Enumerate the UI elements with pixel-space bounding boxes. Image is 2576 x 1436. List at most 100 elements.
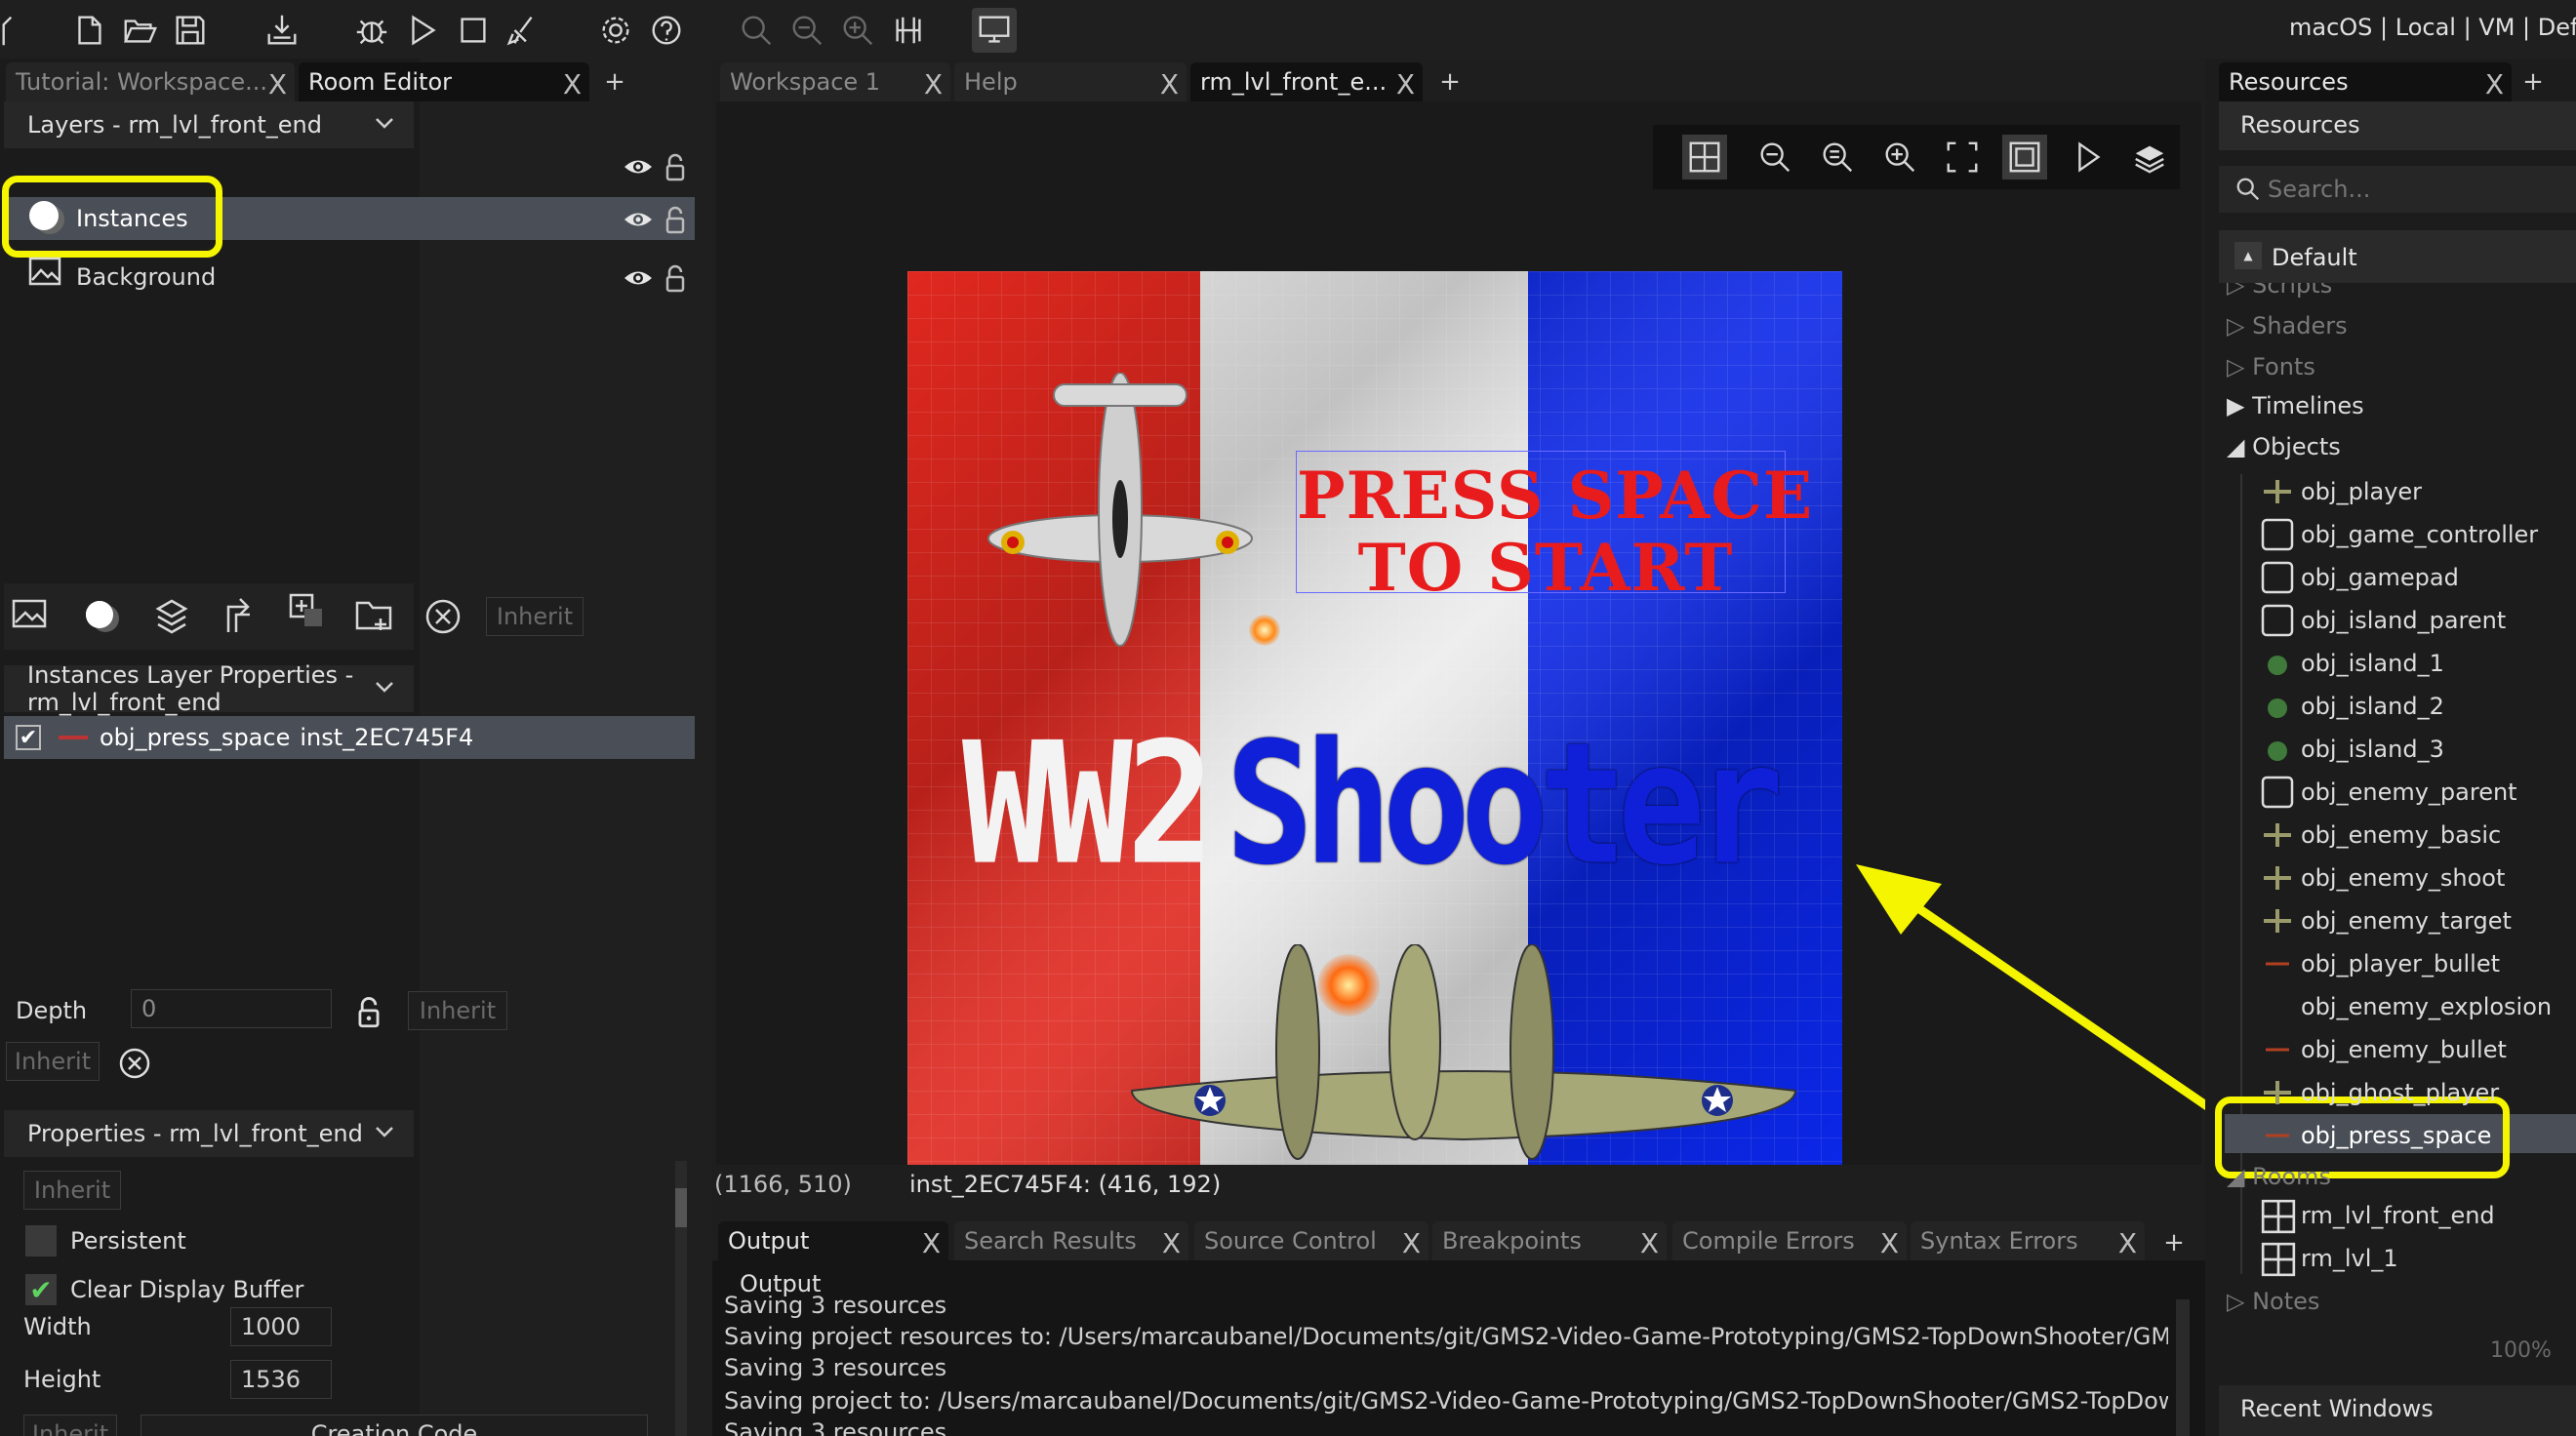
creation-code-button[interactable]: Creation Code — [141, 1415, 648, 1436]
object-item[interactable]: obj_island_parent — [2301, 601, 2506, 640]
tab-help[interactable]: Help X — [954, 62, 1187, 101]
chevron-down-icon[interactable] — [373, 1120, 396, 1143]
add-path-layer-icon[interactable] — [215, 591, 265, 642]
object-item[interactable]: obj_enemy_parent — [2301, 773, 2517, 812]
close-icon[interactable]: X — [1162, 1227, 1181, 1259]
chevron-down-icon[interactable] — [373, 675, 396, 698]
tab-output[interactable]: Output X — [718, 1221, 948, 1260]
object-item[interactable]: obj_player — [2301, 472, 2422, 511]
press-space-instance[interactable]: PRESS SPACE TO START — [1296, 451, 1812, 606]
inherit-depth-button[interactable]: Inherit — [408, 991, 507, 1030]
settings-icon[interactable] — [593, 8, 638, 53]
object-item[interactable]: obj_game_controller — [2301, 515, 2538, 554]
close-icon[interactable]: X — [922, 1227, 941, 1259]
zoom-reset-icon[interactable] — [1815, 135, 1860, 180]
zoom-out-icon[interactable] — [1752, 135, 1797, 180]
delete-layer-icon[interactable] — [418, 591, 468, 642]
chevron-down-icon[interactable] — [373, 111, 396, 135]
inherit-instances-button[interactable]: Inherit — [6, 1042, 100, 1081]
lock-icon[interactable] — [357, 995, 381, 1028]
close-icon[interactable]: X — [268, 68, 287, 100]
object-item[interactable]: obj_player_bullet — [2301, 944, 2500, 983]
target-device-icon[interactable] — [972, 8, 1017, 53]
folder-fonts[interactable]: ▷ Fonts — [2227, 353, 2315, 380]
object-item[interactable]: obj_press_space — [2301, 1116, 2491, 1155]
debug-icon[interactable] — [349, 8, 394, 53]
tab-source-control[interactable]: Source Control X — [1194, 1221, 1429, 1260]
room-properties-header[interactable]: Properties - rm_lvl_front_end — [4, 1110, 414, 1157]
layer-label-background[interactable]: Background — [76, 263, 216, 291]
layers-view-icon[interactable] — [2127, 135, 2172, 180]
object-item[interactable]: obj_enemy_explosion — [2301, 987, 2552, 1026]
object-item[interactable]: obj_enemy_basic — [2301, 816, 2501, 855]
room-item-front-end[interactable]: rm_lvl_front_end — [2301, 1202, 2495, 1229]
target-platform-label[interactable]: macOS | Local | VM | Defau — [2289, 14, 2576, 41]
grid-toggle-icon[interactable] — [1682, 135, 1727, 180]
output-scrollbar[interactable] — [2176, 1299, 2190, 1436]
tab-compile-errors[interactable]: Compile Errors X — [1672, 1221, 1907, 1260]
object-item[interactable]: obj_enemy_target — [2301, 901, 2512, 940]
tab-tutorial-workspace[interactable]: Tutorial: Workspace... X — [6, 62, 295, 101]
new-file-icon[interactable] — [66, 8, 111, 53]
open-folder-icon[interactable] — [117, 8, 162, 53]
width-input[interactable]: 1000 — [230, 1307, 332, 1346]
instance-row[interactable]: ✔ obj_press_space inst_2EC745F4 — [4, 716, 695, 759]
room-item-lvl-1[interactable]: rm_lvl_1 — [2301, 1245, 2398, 1272]
tab-resources[interactable]: Resources X — [2219, 62, 2512, 101]
zoom-reset-icon[interactable] — [734, 8, 779, 53]
close-icon[interactable]: X — [563, 68, 582, 100]
lock-icon[interactable] — [665, 263, 685, 293]
close-icon[interactable]: X — [1880, 1227, 1899, 1259]
fit-view-icon[interactable] — [1940, 135, 1985, 180]
close-icon[interactable]: X — [924, 68, 943, 100]
clean-icon[interactable] — [502, 8, 546, 53]
eye-icon[interactable] — [623, 156, 654, 178]
folder-notes[interactable]: ▷ Notes — [2227, 1288, 2319, 1315]
object-item[interactable]: obj_ghost_player — [2301, 1073, 2499, 1112]
add-tab-icon[interactable]: + — [2154, 1223, 2194, 1262]
inherit-layer-button[interactable]: Inherit — [486, 597, 584, 636]
game-options-icon[interactable] — [886, 8, 931, 53]
add-tile-layer-icon[interactable] — [146, 591, 197, 642]
folder-timelines[interactable]: ▶ Timelines — [2227, 392, 2364, 419]
zoom-out-icon[interactable] — [785, 8, 829, 53]
inherit-room-button[interactable]: Inherit — [23, 1171, 121, 1210]
add-background-layer-icon[interactable] — [6, 591, 57, 642]
close-icon[interactable]: X — [1396, 68, 1415, 100]
layers-header[interactable]: Layers - rm_lvl_front_end — [4, 101, 414, 148]
add-tab-icon[interactable]: + — [595, 62, 634, 101]
add-tab-icon[interactable]: + — [2514, 62, 2553, 101]
tab-room-front-end[interactable]: rm_lvl_front_e... X — [1190, 62, 1423, 101]
folder-shaders[interactable]: ▷ Shaders — [2227, 312, 2348, 339]
play-room-icon[interactable] — [2065, 135, 2110, 180]
tab-syntax-errors[interactable]: Syntax Errors X — [1911, 1221, 2145, 1260]
collapse-icon[interactable]: ▲ — [2234, 242, 2262, 269]
depth-input[interactable]: 0 — [131, 989, 332, 1028]
instance-checkbox[interactable]: ✔ — [16, 725, 41, 750]
object-item[interactable]: obj_island_1 — [2301, 644, 2444, 683]
zoom-in-icon[interactable] — [1877, 135, 1922, 180]
home-icon[interactable] — [0, 8, 39, 53]
folder-rooms[interactable]: ◢ Rooms — [2227, 1163, 2331, 1190]
object-item[interactable]: obj_enemy_bullet — [2301, 1030, 2507, 1069]
eye-icon[interactable] — [623, 209, 654, 230]
save-icon[interactable] — [168, 8, 213, 53]
add-folder-icon[interactable] — [349, 591, 400, 642]
export-icon[interactable] — [260, 8, 304, 53]
zoom-in-icon[interactable] — [835, 8, 880, 53]
clear-display-checkbox[interactable]: ✔ — [25, 1274, 57, 1306]
close-icon[interactable]: X — [2485, 68, 2504, 100]
add-asset-layer-icon[interactable] — [281, 585, 332, 636]
inherit-creation-button[interactable]: Inherit — [23, 1415, 117, 1436]
run-icon[interactable] — [400, 8, 445, 53]
object-item[interactable]: obj_enemy_shoot — [2301, 858, 2505, 898]
object-item[interactable]: obj_gamepad — [2301, 558, 2459, 597]
eye-icon[interactable] — [623, 267, 654, 289]
folder-scripts[interactable]: ▷ Scripts — [2227, 283, 2332, 299]
help-icon[interactable] — [644, 8, 689, 53]
tab-search-results[interactable]: Search Results X — [954, 1221, 1188, 1260]
add-instance-layer-icon[interactable] — [76, 591, 127, 642]
close-icon[interactable]: X — [1160, 68, 1179, 100]
stop-icon[interactable] — [451, 8, 496, 53]
instances-layer-properties-header[interactable]: Instances Layer Properties - rm_lvl_fron… — [4, 661, 414, 716]
